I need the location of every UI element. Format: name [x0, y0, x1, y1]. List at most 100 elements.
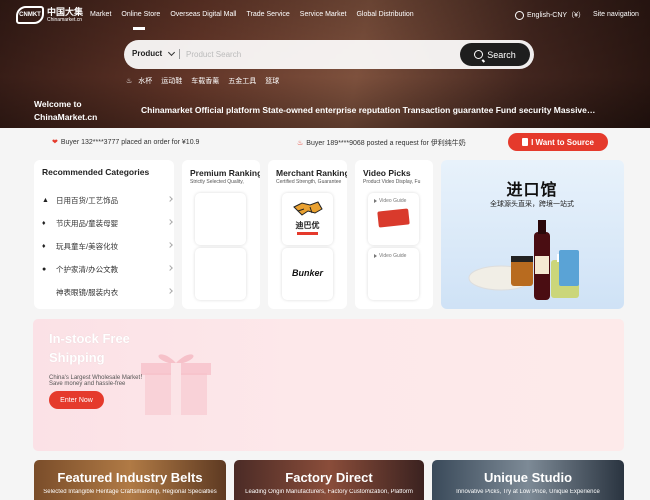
search-input[interactable] — [186, 46, 436, 63]
categories-title: Recommended Categories — [42, 167, 150, 177]
merchant-brand-2: Bunker — [291, 268, 323, 278]
ticker-item: ❤ Buyer 132****3777 placed an order for ¥… — [52, 138, 199, 146]
featured-industry-belts-subtitle: Selected Intangible Heritage Craftsmansh… — [43, 489, 217, 495]
premium-subtitle: Strictly Selected Quality, — [190, 179, 244, 185]
hot-keyword[interactable]: 水杯 — [138, 76, 152, 86]
search-icon — [474, 50, 484, 59]
site-navigation-link[interactable]: Site navigation — [593, 11, 639, 18]
merchant-logo-tile[interactable]: 迪巴优 — [282, 193, 333, 245]
ticker-item: ♨ Buyer 189****9068 posted a request for … — [297, 138, 466, 148]
video-guide-label: Video Guide — [379, 198, 407, 204]
hot-keywords: ♨ 水杯 运动鞋 车载香薰 五金工具 篮球 — [126, 76, 288, 86]
active-tab-indicator — [133, 27, 145, 30]
logo-cn: 中国大集 — [47, 6, 84, 17]
import-products-image — [468, 220, 579, 300]
free-shipping-title-line-2: Shipping — [49, 350, 105, 365]
chevron-right-icon — [167, 196, 173, 202]
hot-keyword[interactable]: 篮球 — [265, 76, 279, 86]
category-item[interactable]: ▲ 日用百货/工艺饰品 — [42, 193, 173, 207]
play-icon — [374, 254, 377, 258]
chevron-right-icon — [167, 242, 173, 248]
search-button-label: Search — [487, 49, 516, 60]
enter-now-button[interactable]: Enter Now — [49, 391, 104, 409]
unique-studio-banner[interactable]: Unique Studio Innovative Picks, Try at L… — [432, 460, 624, 500]
nav-overseas-digital-mall[interactable]: Overseas Digital Mall — [170, 11, 236, 18]
document-icon — [522, 138, 529, 146]
tiger-logo-icon: 迪巴优 — [293, 201, 323, 235]
featured-industry-belts-banner[interactable]: Featured Industry Belts Selected Intangi… — [34, 460, 226, 500]
nav-online-store[interactable]: Online Store — [121, 11, 160, 18]
i-want-to-source-button[interactable]: I Want to Source — [508, 133, 608, 151]
chevron-right-icon — [167, 288, 173, 294]
app: CNMKT 中国大集 Chinamarket.cn Market Online … — [0, 0, 650, 500]
logo-mark: CNMKT — [16, 6, 44, 24]
product-thumbnail[interactable] — [195, 193, 246, 245]
category-label: 神表眼镜/服装内衣 — [56, 287, 119, 297]
bottle-icon: ● — [42, 265, 47, 273]
merchant-logo-tile[interactable]: Bunker — [282, 248, 333, 300]
recommended-categories-card: Recommended Categories ▲ 日用百货/工艺饰品 ♦ 节庆用品/… — [34, 160, 174, 309]
merchant-ranking-card[interactable]: Merchant Ranking Certified Strength, Gua… — [268, 160, 347, 309]
free-shipping-title: In-stock Free Shipping — [49, 329, 130, 367]
video-guide-tag: Video Guide — [374, 198, 406, 204]
source-button-label: I Want to Source — [531, 137, 594, 147]
language-selector[interactable]: English-CNY（¥） — [515, 10, 585, 20]
fire-icon: ❤ — [52, 139, 58, 146]
search-category-select[interactable]: Product — [132, 48, 176, 58]
house-icon: ▲ — [42, 196, 49, 204]
video-guide-label: Video Guide — [379, 253, 407, 259]
language-label: English-CNY（¥） — [527, 12, 585, 19]
category-item[interactable]: ♦ 玩具童车/美容化妆 — [42, 239, 173, 253]
product-thumbnail[interactable] — [195, 248, 246, 300]
hot-keyword[interactable]: 运动鞋 — [161, 76, 182, 86]
category-item[interactable]: ♦ 节庆用品/童装母婴 — [42, 216, 173, 230]
hot-keyword[interactable]: 车载香薰 — [191, 76, 219, 86]
video-thumbnail[interactable]: Video Guide — [368, 193, 419, 245]
top-bar: CNMKT 中国大集 Chinamarket.cn Market Online … — [0, 0, 650, 30]
category-label: 日用百货/工艺饰品 — [56, 195, 119, 205]
logo[interactable]: CNMKT 中国大集 Chinamarket.cn — [16, 6, 83, 24]
welcome-line-2: ChinaMarket.cn — [34, 112, 98, 122]
free-shipping-banner[interactable]: In-stock Free Shipping China's Largest Wh… — [33, 319, 624, 451]
video-subtitle: Product Video Display, Fu — [363, 179, 421, 185]
merchant-title: Merchant Ranking — [276, 168, 347, 178]
nav-service-market[interactable]: Service Market — [300, 11, 347, 18]
factory-direct-subtitle: Leading Origin Manufacturers, Factory Cu… — [245, 489, 413, 495]
free-shipping-line-2: Save money and hassle-free — [49, 381, 126, 387]
fire-icon: ♨ — [126, 78, 133, 85]
video-thumbnail[interactable]: Video Guide — [368, 248, 419, 300]
category-label: 玩具童车/美容化妆 — [56, 241, 119, 251]
toy-car-icon: ♦ — [42, 242, 46, 250]
chevron-right-icon — [167, 265, 173, 271]
ornament-icon: ♦ — [42, 219, 46, 227]
category-label: 个护家清/办公文教 — [56, 264, 119, 274]
import-hall-card[interactable]: 进口馆 全球源头直采，跨境一站式 — [441, 160, 624, 309]
nav-global-distribution[interactable]: Global Distribution — [356, 11, 413, 18]
nav-market[interactable]: Market — [90, 11, 111, 18]
video-picks-card[interactable]: Video Picks Product Video Display, Fu Vi… — [355, 160, 433, 309]
nav-trade-service[interactable]: Trade Service — [246, 11, 289, 18]
unique-studio-title: Unique Studio — [483, 470, 573, 485]
play-icon — [374, 199, 377, 203]
premium-ranking-card[interactable]: Premium Ranking Strictly Selected Qualit… — [182, 160, 260, 309]
search-button[interactable]: Search — [460, 43, 530, 66]
factory-direct-title: Factory Direct — [285, 470, 373, 485]
search-divider — [179, 49, 180, 59]
chevron-down-icon — [168, 48, 176, 56]
merchant-subtitle: Certified Strength, Guarantee — [276, 179, 342, 185]
category-item[interactable]: ● 个护家清/办公文教 — [42, 262, 173, 276]
video-title: Video Picks — [363, 168, 411, 178]
globe-icon — [515, 10, 524, 20]
welcome-text: Welcome to ChinaMarket.cn — [34, 98, 97, 124]
main-nav: Market Online Store Overseas Digital Mal… — [90, 11, 424, 18]
snack-product-image — [377, 208, 410, 228]
factory-direct-banner[interactable]: Factory Direct Leading Origin Manufactur… — [234, 460, 424, 500]
category-item[interactable]: 神表眼镜/服装内衣 — [42, 285, 173, 299]
gift-icon — [141, 354, 211, 415]
free-shipping-line-1: China's Largest Wholesale Market！ — [49, 375, 147, 381]
video-guide-tag: Video Guide — [374, 253, 406, 259]
ticker-text: Buyer 132****3777 placed an order for ¥1… — [60, 139, 200, 146]
welcome-line-1: Welcome to — [34, 99, 82, 109]
hot-keyword[interactable]: 五金工具 — [228, 76, 256, 86]
search-bar: Product Search — [124, 40, 534, 69]
